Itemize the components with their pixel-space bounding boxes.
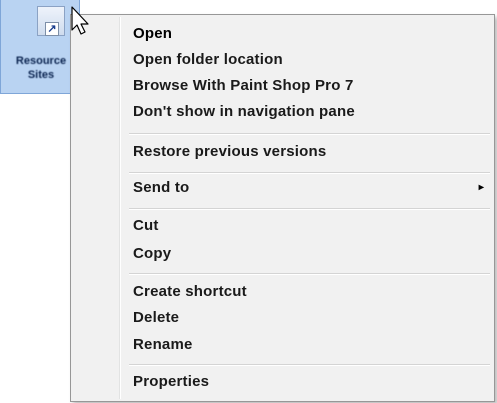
menu-separator — [129, 208, 490, 210]
menu-item-rename[interactable]: Rename — [133, 332, 484, 358]
menu-item-delete[interactable]: Delete — [133, 305, 484, 331]
menu-item-create-shortcut[interactable]: Create shortcut — [133, 279, 484, 305]
submenu-arrow-icon: ▸ — [478, 182, 484, 193]
menu-separator — [129, 172, 490, 174]
menu-item-cut[interactable]: Cut — [133, 213, 484, 239]
menu-separator — [129, 364, 490, 366]
menu-item-send-to-label: Send to — [133, 179, 190, 196]
menu-separator — [129, 133, 490, 135]
menu-item-open[interactable]: Open — [133, 21, 484, 47]
context-menu: Open Open folder location Browse With Pa… — [70, 14, 495, 402]
menu-item-send-to[interactable]: Send to ▸ — [133, 175, 484, 201]
menu-item-browse-paint-shop[interactable]: Browse With Paint Shop Pro 7 — [133, 73, 484, 99]
menu-item-dont-show-navigation[interactable]: Don't show in navigation pane — [133, 99, 484, 125]
menu-gutter-divider — [119, 17, 121, 399]
menu-item-properties[interactable]: Properties — [133, 369, 484, 395]
desktop-shortcut-label: Resource Sites — [15, 55, 67, 81]
desktop: ↗ Resource Sites Open Open folder locati… — [0, 0, 497, 403]
shortcut-arrow-icon: ↗ — [45, 22, 59, 36]
menu-separator — [129, 273, 490, 275]
menu-item-copy[interactable]: Copy — [133, 241, 484, 267]
desktop-shortcut[interactable]: ↗ Resource Sites — [0, 0, 80, 94]
menu-item-restore-previous-versions[interactable]: Restore previous versions — [133, 139, 484, 165]
menu-item-open-folder-location[interactable]: Open folder location — [133, 47, 484, 73]
mouse-pointer-icon — [71, 6, 89, 35]
